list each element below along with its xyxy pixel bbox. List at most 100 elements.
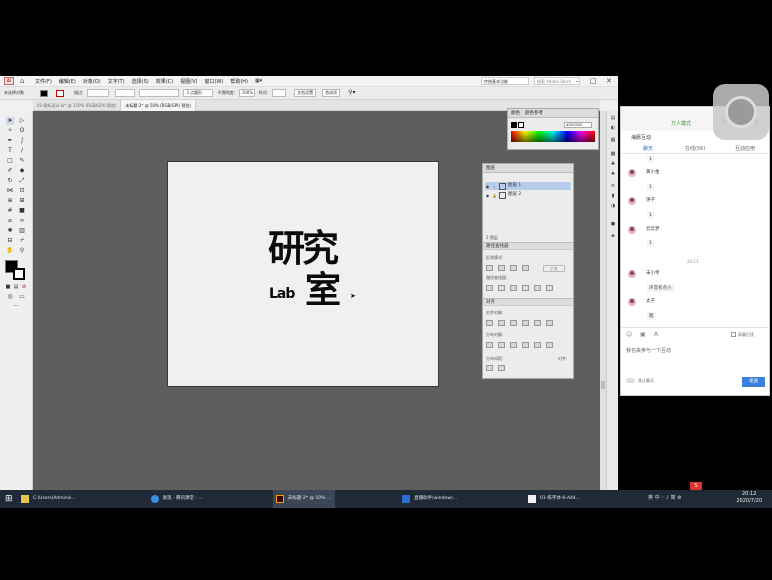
gradient-icon[interactable]: ▮ (609, 193, 617, 200)
mesh-tool-icon[interactable]: # (6, 207, 14, 215)
layer-row-2[interactable]: ◉ 🔒 图层 2 (485, 191, 571, 199)
hand-tool-icon[interactable]: ✋ (6, 247, 14, 255)
tab-color[interactable]: 颜色 (511, 110, 520, 116)
rectangle-tool-icon[interactable]: □ (6, 157, 14, 165)
symbols-icon[interactable]: ♠ (609, 171, 617, 178)
none-mode-icon[interactable]: ⊘ (20, 283, 28, 291)
menu-window[interactable]: 窗口(W) (204, 78, 223, 85)
menu-select[interactable]: 选择(S) (132, 78, 149, 85)
tab-color-guide[interactable]: 颜色参考 (525, 110, 543, 116)
align-buttons[interactable] (486, 320, 553, 326)
spacing-buttons[interactable] (486, 365, 505, 371)
artboard[interactable]: 研究 Lab 室 ➤ (167, 161, 439, 387)
shaper-tool-icon[interactable]: ✐ (6, 167, 14, 175)
fill-swatch[interactable] (40, 89, 48, 97)
menu-help[interactable]: 帮助(H) (230, 78, 248, 85)
align-header[interactable]: 对齐 (483, 298, 573, 306)
column-graph-tool-icon[interactable]: ▥ (18, 227, 26, 235)
menu-view[interactable]: 视图(V) (180, 78, 197, 85)
brushes-icon[interactable]: ♣ (609, 161, 617, 168)
distribute-buttons[interactable] (486, 342, 553, 348)
lasso-tool-icon[interactable]: ʘ (18, 127, 26, 135)
properties-icon[interactable]: ▤ (609, 115, 617, 122)
taskbar-explorer[interactable]: C:\Users\Adminis... (18, 490, 80, 508)
color-mode-icon[interactable]: ■ (4, 283, 12, 291)
color-fill-swatch[interactable] (511, 122, 517, 128)
layer-row-1[interactable]: ◉ › 图层 1 (485, 182, 571, 190)
tab-document-2[interactable]: 未标题-2* @ 50% (RGB/GPU 预览) (121, 100, 196, 111)
opacity-field[interactable]: 100% (238, 89, 255, 97)
tab-online[interactable]: 在线(56) (685, 145, 705, 152)
logo-text-room[interactable]: 室 (305, 273, 341, 309)
expand-button[interactable]: 扩展 (543, 265, 565, 272)
swatches-icon[interactable]: ▩ (609, 151, 617, 158)
tab-document-1[interactable]: 02-图标设计.ai* @ 150% (RGB/GPU 预览) (33, 100, 122, 111)
menu-object[interactable]: 对象(O) (83, 78, 101, 85)
pathfinder-header[interactable]: 路径查找器 (483, 242, 573, 250)
windows-start-icon[interactable]: ⊞ (5, 494, 13, 504)
scale-tool-icon[interactable]: ⤢ (18, 177, 26, 185)
system-tray[interactable]: 英 中 ◦ ♪ 简 ⚙ (648, 494, 682, 501)
font-icon[interactable]: A (654, 331, 658, 338)
expand-arrow-icon[interactable]: › (492, 184, 497, 189)
color-spectrum[interactable] (511, 131, 595, 142)
color-stroke-swatch[interactable] (518, 122, 524, 128)
zoom-tool-icon[interactable]: ⚲ (18, 247, 26, 255)
minimize-icon[interactable]: – (572, 77, 582, 86)
stroke-weight-field[interactable] (87, 89, 110, 97)
color-panel-icon[interactable]: ◐ (609, 125, 617, 132)
eyedropper-tool-icon[interactable]: ⌀ (6, 217, 14, 225)
ban-chat-toggle[interactable] (626, 378, 635, 383)
style-select[interactable] (272, 89, 287, 97)
taskbar-browser[interactable]: 发现 - 腾讯课堂 - ... (148, 490, 207, 508)
gradient-mode-icon[interactable]: ▤ (12, 283, 20, 291)
logo-text-research[interactable]: 研究 (268, 230, 339, 267)
ime-icon[interactable]: S (690, 482, 702, 490)
stroke-swatch[interactable] (56, 89, 64, 97)
brush-select[interactable] (139, 89, 180, 97)
paintbrush-tool-icon[interactable]: ✎ (18, 157, 26, 165)
menu-file[interactable]: 文件(F) (35, 78, 52, 85)
hex-field[interactable]: #000000 (564, 122, 592, 128)
mute-checkbox[interactable] (731, 332, 736, 337)
free-transform-tool-icon[interactable]: ⊡ (18, 187, 26, 195)
document-setup-button[interactable]: 文档设置 (294, 89, 317, 97)
visibility-icon[interactable]: ◉ (485, 193, 490, 198)
stroke-profile-select[interactable]: 3 点圆形 (183, 89, 214, 97)
maximize-icon[interactable]: □ (588, 77, 598, 86)
slice-tool-icon[interactable]: ⌿ (18, 237, 26, 245)
width-tool-icon[interactable]: ⋈ (6, 187, 14, 195)
curvature-tool-icon[interactable]: ∫ (18, 137, 26, 145)
pen-tool-icon[interactable]: ✒ (6, 137, 14, 145)
arrange-documents-icon[interactable]: ▦▾ (255, 78, 262, 84)
chat-input[interactable]: 我也来参与一下互动 (626, 347, 671, 354)
eraser-tool-icon[interactable]: ◆ (18, 167, 26, 175)
transparency-icon[interactable]: ◑ (609, 203, 617, 210)
send-button[interactable]: 发送 (742, 377, 765, 387)
tab-interactive-apps[interactable]: 互动应用 (735, 145, 755, 152)
pathfinder-buttons[interactable] (486, 285, 553, 291)
taskbar-live-assistant[interactable]: 直播助手(window)... (399, 490, 461, 508)
layer-name[interactable]: 图层 2 (508, 191, 521, 199)
color-guide-icon[interactable]: ▦ (609, 137, 617, 144)
more-options-icon[interactable]: ⚲▾ (348, 89, 355, 97)
line-tool-icon[interactable]: / (18, 147, 26, 155)
workspace-select[interactable]: 传统基本功能 (481, 77, 529, 85)
shape-builder-tool-icon[interactable]: ⊕ (6, 197, 14, 205)
symbol-sprayer-tool-icon[interactable]: ✺ (6, 227, 14, 235)
menu-edit[interactable]: 编辑(E) (59, 78, 76, 85)
layers-dock-icon[interactable]: ◈ (609, 233, 617, 240)
visibility-icon[interactable]: ◉ (485, 184, 490, 189)
rotate-tool-icon[interactable]: ↻ (6, 177, 14, 185)
draw-mode-icon[interactable]: ◎ (6, 293, 14, 301)
clock[interactable]: 20:12 2020/7/20 (736, 491, 762, 505)
taskbar-illustrator[interactable]: 未标题-2* @ 50% ... (272, 490, 336, 508)
floating-record-icon[interactable] (713, 84, 769, 140)
menu-type[interactable]: 文字(T) (108, 78, 125, 85)
close-icon[interactable]: ✕ (604, 77, 614, 86)
taskbar-document[interactable]: 01-练字体-6-A44... (525, 490, 584, 508)
screen-mode-icon[interactable]: ▭ (18, 293, 26, 301)
magic-wand-tool-icon[interactable]: ✧ (6, 127, 14, 135)
preferences-button[interactable]: 首选项 (322, 89, 341, 97)
type-tool-icon[interactable]: T (6, 147, 14, 155)
